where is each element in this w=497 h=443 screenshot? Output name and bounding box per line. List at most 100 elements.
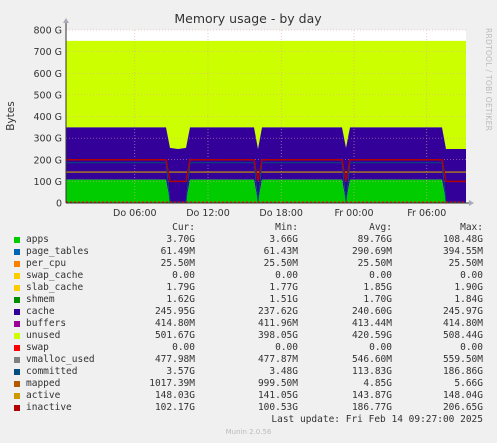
y-tick-label: 0 <box>56 199 62 210</box>
legend-value-avg: 143.87G <box>351 390 392 401</box>
legend-value-min: 237.62G <box>257 306 298 317</box>
legend-series-name: mapped <box>26 378 61 389</box>
legend-value-min: 1.51G <box>269 294 298 305</box>
legend-value-min: 0.00 <box>275 270 298 281</box>
legend-row-slab_cache: slab_cache 1.79G 1.77G 1.85G 1.90G <box>0 282 497 294</box>
legend-value-max: 186.86G <box>442 366 483 377</box>
legend-swatch <box>14 321 20 327</box>
legend-value-cur: 3.57G <box>166 366 195 377</box>
legend-row-committed: committed 3.57G 3.48G 113.83G 186.86G <box>0 366 497 378</box>
legend-row-swap: swap 0.00 0.00 0.00 0.00 <box>0 342 497 354</box>
legend-series-name: swap <box>26 342 49 353</box>
legend-value-max: 108.48G <box>442 234 483 245</box>
legend-value-cur: 245.95G <box>154 306 195 317</box>
x-tick-label: Fr 00:00 <box>334 208 373 219</box>
legend-series-name: swap_cache <box>26 270 84 281</box>
legend-series-name: page_tables <box>26 246 89 257</box>
legend-value-min: 100.53G <box>257 402 298 413</box>
legend-swatch <box>14 345 20 351</box>
legend-series-name: apps <box>26 234 49 245</box>
x-tick-label: Do 06:00 <box>113 208 157 219</box>
legend-row-cache: cache 245.95G 237.62G 240.60G 245.97G <box>0 306 497 318</box>
legend-value-max: 25.50M <box>448 258 483 269</box>
legend-header-min: Min: <box>275 222 298 233</box>
legend-value-min: 141.05G <box>257 390 298 401</box>
legend-row-unused: unused 501.67G 398.05G 420.59G 508.44G <box>0 330 497 342</box>
legend-value-avg: 546.60M <box>351 354 392 365</box>
y-tick-label: 600 G <box>33 69 62 80</box>
legend-value-avg: 0.00 <box>369 270 392 281</box>
x-tick-label: Do 12:00 <box>186 208 230 219</box>
legend-value-min: 999.50M <box>257 378 298 389</box>
legend-row-buffers: buffers 414.80M 411.96M 413.44M 414.80M <box>0 318 497 330</box>
legend-value-cur: 3.70G <box>166 234 195 245</box>
legend-value-max: 245.97G <box>442 306 483 317</box>
legend-series-name: inactive <box>26 402 72 413</box>
munin-version: Munin 2.0.56 <box>225 428 272 436</box>
legend-row-per_cpu: per_cpu 25.50M 25.50M 25.50M 25.50M <box>0 258 497 270</box>
legend-row-page_tables: page_tables 61.49M 61.43M 290.69M 394.55M <box>0 246 497 258</box>
y-axis-label: Bytes <box>5 101 17 130</box>
legend-value-avg: 420.59G <box>351 330 392 341</box>
x-tick-labels: Do 06:00 Do 12:00 Do 18:00 Fr 00:00 Fr 06:00 <box>113 208 446 219</box>
legend-value-max: 0.00 <box>460 342 483 353</box>
legend-value-avg: 1.85G <box>363 282 392 293</box>
legend-swatch <box>14 273 20 279</box>
legend-row-active: active 148.03G 141.05G 143.87G 148.04G <box>0 390 497 402</box>
y-tick-label: 700 G <box>33 47 62 58</box>
y-tick-label: 500 G <box>33 90 62 101</box>
legend-series-name: buffers <box>26 318 67 329</box>
chart: Memory usage - by day Bytes RRDTOOL / TO… <box>5 11 493 219</box>
legend-value-avg: 113.83G <box>351 366 392 377</box>
y-tick-labels: 0 100 G 200 G 300 G 400 G 500 G 600 G 700 G 800 … <box>33 26 62 210</box>
legend-value-cur: 1.62G <box>166 294 195 305</box>
legend-series-name: per_cpu <box>26 258 67 269</box>
y-tick-label: 400 G <box>33 112 62 123</box>
legend-value-cur: 477.98M <box>154 354 195 365</box>
legend-value-cur: 0.00 <box>172 342 195 353</box>
x-axis-arrow <box>469 200 474 206</box>
legend: Cur: Min: Avg: Max: apps 3.70G 3.66G 89.76G… <box>0 222 497 414</box>
y-tick-label: 100 G <box>33 177 62 188</box>
legend-swatch <box>14 405 20 411</box>
legend-value-max: 5.66G <box>454 378 483 389</box>
legend-value-cur: 414.80M <box>154 318 195 329</box>
legend-series-name: vmalloc_used <box>26 354 95 365</box>
legend-row-shmem: shmem 1.62G 1.51G 1.70G 1.84G <box>0 294 497 306</box>
legend-value-min: 3.66G <box>269 234 298 245</box>
legend-header-row: Cur: Min: Avg: Max: <box>0 222 497 234</box>
legend-series-name: committed <box>26 366 78 377</box>
legend-row-swap_cache: swap_cache 0.00 0.00 0.00 0.00 <box>0 270 497 282</box>
legend-value-max: 1.84G <box>454 294 483 305</box>
y-tick-label: 200 G <box>33 155 62 166</box>
legend-rows: apps 3.70G 3.66G 89.76G 108.48G page_tables 61… <box>0 234 497 414</box>
legend-value-cur: 1.79G <box>166 282 195 293</box>
legend-swatch <box>14 381 20 387</box>
legend-value-avg: 89.76G <box>357 234 392 245</box>
legend-value-cur: 102.17G <box>154 402 195 413</box>
legend-value-min: 0.00 <box>275 342 298 353</box>
legend-row-mapped: mapped 1017.39M 999.50M 4.85G 5.66G <box>0 378 497 390</box>
legend-swatch <box>14 369 20 375</box>
legend-value-min: 398.05G <box>257 330 298 341</box>
x-tick-label: Do 18:00 <box>259 208 303 219</box>
legend-swatch <box>14 393 20 399</box>
y-tick-label: 300 G <box>33 134 62 145</box>
legend-value-avg: 290.69M <box>351 246 392 257</box>
y-axis-arrow <box>63 18 69 23</box>
legend-value-avg: 240.60G <box>351 306 392 317</box>
legend-value-min: 411.96M <box>257 318 298 329</box>
plot-areas <box>66 40 466 203</box>
legend-swatch <box>14 249 20 255</box>
legend-swatch <box>14 261 20 267</box>
legend-value-max: 0.00 <box>460 270 483 281</box>
legend-value-avg: 1.70G <box>363 294 392 305</box>
legend-value-cur: 1017.39M <box>149 378 195 389</box>
legend-value-avg: 186.77G <box>351 402 392 413</box>
legend-swatch <box>14 285 20 291</box>
legend-value-cur: 501.67G <box>154 330 195 341</box>
legend-header-max: Max: <box>460 222 483 233</box>
legend-value-avg: 25.50M <box>357 258 392 269</box>
legend-value-avg: 0.00 <box>369 342 392 353</box>
legend-value-max: 1.90G <box>454 282 483 293</box>
